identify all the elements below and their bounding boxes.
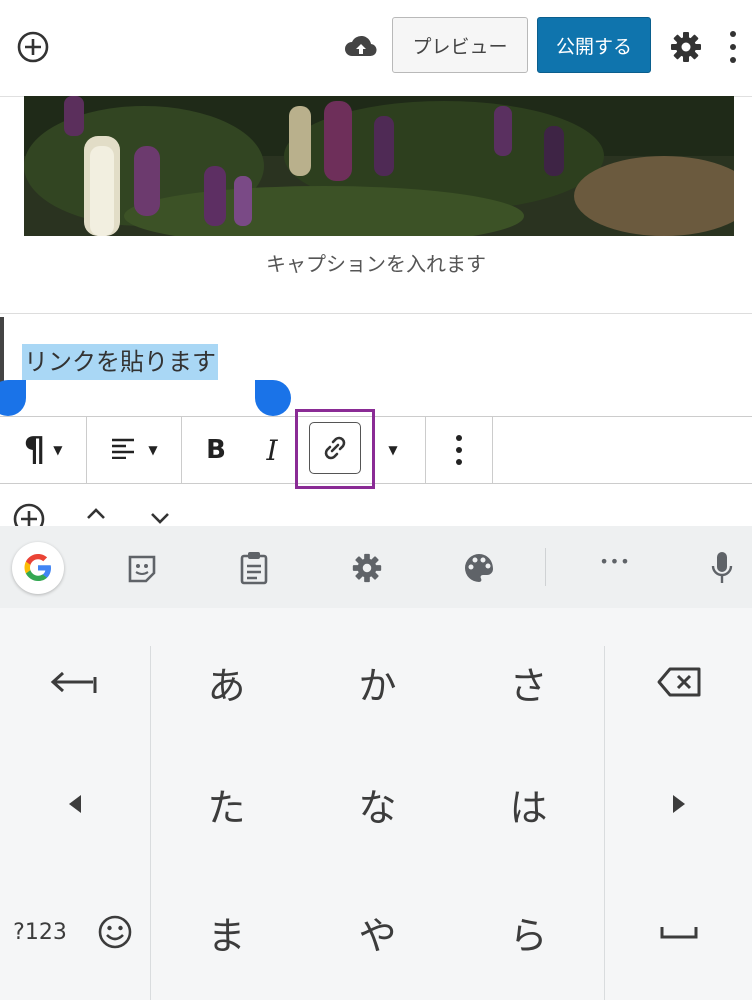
palette-icon[interactable] <box>462 551 496 585</box>
paragraph-type-button[interactable]: ¶ ▼ <box>0 417 86 483</box>
clipboard-icon[interactable] <box>240 551 268 585</box>
undo-arrow-icon <box>50 671 97 693</box>
kana-key-ha[interactable]: は <box>453 746 604 862</box>
more-options-button[interactable] <box>426 417 492 483</box>
symbols-mode-key[interactable]: ?123 <box>0 880 80 984</box>
space-key[interactable] <box>605 880 752 984</box>
kana-key-ya[interactable]: や <box>302 880 453 984</box>
more-icon[interactable]: ••• <box>590 552 640 582</box>
more-vertical-icon[interactable] <box>725 28 741 68</box>
emoji-icon <box>98 915 132 949</box>
cursor-right-key[interactable] <box>605 746 752 862</box>
toolbar-divider <box>181 417 182 483</box>
toolbar-separator <box>545 548 546 586</box>
lupine-flowers-photo[interactable] <box>24 96 734 236</box>
italic-button[interactable]: I <box>250 417 294 483</box>
editor-top-bar: プレビュー 公開する <box>0 0 752 97</box>
kana-key-na[interactable]: な <box>302 746 453 862</box>
selected-paragraph-text[interactable]: リンクを貼ります <box>22 344 218 380</box>
backspace-key[interactable] <box>605 624 752 740</box>
bold-button[interactable]: B <box>194 417 238 483</box>
preview-button[interactable]: プレビュー <box>392 17 528 73</box>
gear-icon[interactable] <box>668 29 704 65</box>
kana-key-ka[interactable]: か <box>302 624 453 740</box>
chevron-down-icon: ▼ <box>388 443 398 457</box>
japanese-flick-keyboard: あ か さ た な は ?123 ま や ら <box>0 608 752 1000</box>
cursor-left-key[interactable] <box>0 746 150 862</box>
publish-button[interactable]: 公開する <box>537 17 651 73</box>
align-button[interactable]: ▼ <box>87 417 181 483</box>
selection-handle-start[interactable] <box>0 380 26 416</box>
kana-key-ta[interactable]: た <box>151 746 302 862</box>
undo-key[interactable] <box>0 624 150 740</box>
backspace-icon <box>657 667 700 697</box>
kana-key-a[interactable]: あ <box>151 624 302 740</box>
move-up-icon[interactable] <box>84 506 108 522</box>
paragraph-icon: ¶ <box>23 430 46 470</box>
add-block-icon[interactable] <box>16 30 50 64</box>
kana-key-ra[interactable]: ら <box>453 880 604 984</box>
selection-handle-end[interactable] <box>255 380 291 416</box>
kana-key-sa[interactable]: さ <box>453 624 604 740</box>
left-arrow-icon <box>69 795 81 813</box>
chevron-down-icon: ▼ <box>53 443 63 457</box>
link-button-highlight <box>295 409 375 489</box>
image-caption[interactable]: キャプションを入れます <box>0 248 752 277</box>
more-vertical-icon <box>456 435 462 465</box>
right-arrow-icon <box>672 795 685 813</box>
space-icon <box>660 927 697 939</box>
sticker-icon[interactable] <box>126 553 158 585</box>
emoji-key[interactable] <box>84 880 146 984</box>
block-format-toolbar: ¶ ▼ ▼ B I ▼ <box>0 416 752 484</box>
toolbar-divider <box>492 417 493 483</box>
block-focus-indicator <box>0 317 4 387</box>
keyboard-toolbar: ••• <box>0 526 752 608</box>
chevron-down-icon: ▼ <box>148 443 158 457</box>
block-mover-row <box>0 486 752 535</box>
mic-icon[interactable] <box>710 550 734 586</box>
block-divider <box>0 313 752 314</box>
link-options-dropdown[interactable]: ▼ <box>378 417 408 483</box>
cloud-upload-icon[interactable] <box>343 32 379 62</box>
google-icon[interactable] <box>12 542 64 594</box>
settings-icon[interactable] <box>350 551 384 585</box>
move-down-icon[interactable] <box>148 510 172 526</box>
kana-key-ma[interactable]: ま <box>151 880 302 984</box>
align-left-icon <box>110 437 136 463</box>
